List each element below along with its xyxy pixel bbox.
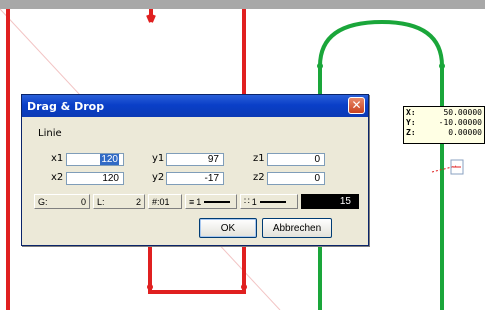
layer-label: L: bbox=[97, 196, 105, 207]
z1-value: 0 bbox=[314, 154, 320, 165]
color-button[interactable]: 15 bbox=[301, 194, 359, 209]
coordinate-readout: X: 50.00000 Y: -10.00000 Z: 0.00000 bbox=[403, 106, 485, 144]
z2-input[interactable]: 0 bbox=[267, 172, 325, 185]
x1-value: 120 bbox=[100, 154, 119, 165]
red-node bbox=[147, 284, 153, 290]
y2-value: -17 bbox=[204, 173, 219, 184]
top-strip bbox=[0, 0, 485, 9]
x1-label: x1 bbox=[51, 153, 64, 164]
z1-label: z1 bbox=[253, 153, 265, 164]
layer-button[interactable]: L: 2 bbox=[93, 194, 145, 209]
x1-input[interactable]: 120 bbox=[66, 153, 124, 166]
x-value: 50.00000 bbox=[443, 108, 482, 117]
group-label-linie: Linie bbox=[38, 128, 62, 139]
y1-label: y1 bbox=[152, 153, 165, 164]
red-node bbox=[241, 284, 247, 290]
dialog-titlebar[interactable]: Drag & Drop ✕ bbox=[22, 95, 368, 117]
line-style-preview bbox=[259, 200, 286, 203]
y-label: Y: bbox=[406, 118, 416, 127]
line-width-icon: ≡ bbox=[189, 196, 195, 207]
red-node bbox=[148, 15, 154, 21]
z2-label: z2 bbox=[253, 172, 265, 183]
y-value: -10.00000 bbox=[438, 118, 482, 127]
group-label: G: bbox=[38, 196, 48, 207]
z2-value: 0 bbox=[314, 173, 320, 184]
hatch-button[interactable]: #:01 bbox=[148, 194, 182, 209]
x2-label: x2 bbox=[51, 172, 64, 183]
cancel-label: Abbrechen bbox=[272, 222, 322, 234]
x2-value: 120 bbox=[102, 173, 119, 184]
color-value: 15 bbox=[339, 196, 351, 207]
line-style-button[interactable]: ∷ 1 bbox=[240, 194, 298, 209]
x2-input[interactable]: 120 bbox=[66, 172, 124, 185]
group-button[interactable]: G: 0 bbox=[34, 194, 90, 209]
z-value: 0.00000 bbox=[448, 128, 482, 137]
ok-label: OK bbox=[220, 222, 236, 234]
close-icon[interactable]: ✕ bbox=[348, 97, 365, 114]
line-style-icon: ∷ bbox=[244, 196, 250, 206]
y2-label: y2 bbox=[152, 172, 165, 183]
y1-input[interactable]: 97 bbox=[166, 153, 224, 166]
green-node bbox=[317, 63, 323, 69]
layer-value: 2 bbox=[135, 196, 141, 207]
line-style-value: 1 bbox=[251, 196, 257, 207]
line-width-button[interactable]: ≡ 1 bbox=[185, 194, 237, 209]
ok-button[interactable]: OK bbox=[199, 218, 257, 238]
group-value: 0 bbox=[80, 196, 86, 207]
y2-input[interactable]: -17 bbox=[166, 172, 224, 185]
dialog-title: Drag & Drop bbox=[27, 99, 105, 113]
line-width-preview bbox=[204, 200, 231, 203]
z-label: Z: bbox=[406, 128, 416, 137]
axis-gizmo bbox=[431, 159, 464, 185]
z1-input[interactable]: 0 bbox=[267, 153, 325, 166]
y1-value: 97 bbox=[207, 154, 219, 165]
green-node bbox=[439, 63, 445, 69]
cancel-button[interactable]: Abbrechen bbox=[262, 218, 332, 238]
x-label: X: bbox=[406, 108, 416, 117]
hatch-label: #:01 bbox=[152, 196, 170, 207]
line-width-value: 1 bbox=[196, 196, 202, 207]
